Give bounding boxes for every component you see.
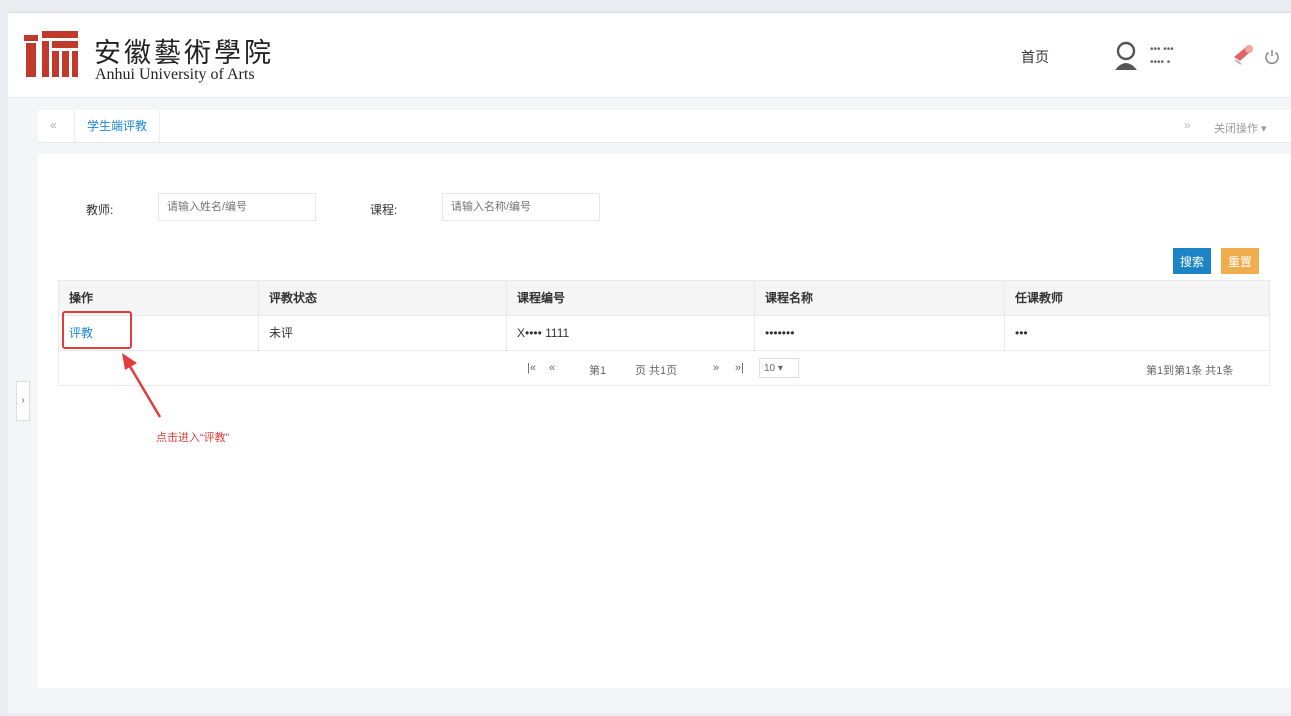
logo-english-name: Anhui University of Arts <box>95 66 255 83</box>
status-cell: 未评 <box>259 316 507 350</box>
nav-home-link[interactable]: 首页 <box>1021 47 1049 67</box>
message-icon[interactable] <box>1232 43 1254 67</box>
prev-page-button[interactable]: « <box>549 362 555 374</box>
last-page-button[interactable]: »| <box>735 362 744 374</box>
user-avatar-icon[interactable] <box>1113 41 1139 71</box>
user-info[interactable]: ••• ••• •••• • <box>1150 43 1174 69</box>
tab-scroll-right-button[interactable]: » <box>1184 118 1191 132</box>
tab-scroll-left-button[interactable]: « <box>50 118 57 132</box>
annotation-highlight-box <box>62 311 132 349</box>
university-logo-icon <box>24 31 78 77</box>
table-row: 评教 未评 X•••• 1111 ••••••• ••• <box>59 316 1269 351</box>
teacher-search-input[interactable] <box>158 193 316 221</box>
top-header: 安徽藝術學院 Anhui University of Arts 首页 ••• •… <box>8 13 1291 98</box>
user-role: •••• • <box>1150 57 1171 68</box>
close-tabs-dropdown[interactable]: 关闭操作 ▾ <box>1214 120 1267 136</box>
next-page-button[interactable]: » <box>713 362 719 374</box>
teacher-filter-label: 教师: <box>86 203 114 217</box>
course-code-cell: X•••• 1111 <box>507 316 755 350</box>
content-panel: 教师: 课程: 搜索 重置 操作 评教状态 课程编号 课程名称 任课教师 评教 … <box>38 154 1291 688</box>
app-window: 安徽藝術學院 Anhui University of Arts 首页 ••• •… <box>8 12 1291 713</box>
annotation-text: 点击进入“评教” <box>156 432 230 444</box>
column-header-status: 评教状态 <box>259 281 507 315</box>
column-header-teacher: 任课教师 <box>1015 291 1064 305</box>
pagination-bar: |« « 第1 页 共1页 » »| 10 ▾ 第1到第1条 共1条 <box>59 351 1269 385</box>
page-number-prefix[interactable]: 第1 <box>589 362 606 378</box>
course-search-input[interactable] <box>442 193 600 221</box>
sidebar-expand-toggle[interactable]: › <box>16 381 30 421</box>
search-button[interactable]: 搜索 <box>1173 248 1211 274</box>
table-header: 操作 评教状态 课程编号 课程名称 任课教师 <box>59 281 1269 316</box>
column-header-course-name: 课程名称 <box>755 281 1005 315</box>
column-header-action: 操作 <box>59 281 259 315</box>
power-icon[interactable] <box>1264 49 1280 65</box>
course-name-cell: ••••••• <box>755 316 1005 350</box>
annotation-arrow-icon <box>122 353 162 418</box>
tab-student-evaluation[interactable]: 学生端评教 <box>74 110 161 142</box>
page-total-text: 页 共1页 <box>635 365 678 377</box>
teacher-cell: ••• <box>1015 326 1028 340</box>
logo-chinese-name: 安徽藝術學院 <box>94 38 274 69</box>
pagination-summary: 第1到第1条 共1条 <box>1146 365 1234 377</box>
course-filter-label: 课程: <box>370 203 398 217</box>
column-header-course-code: 课程编号 <box>507 281 755 315</box>
user-name: ••• ••• <box>1150 44 1174 55</box>
first-page-button[interactable]: |« <box>527 362 536 374</box>
tab-bar: « 学生端评教 » 关闭操作 ▾ <box>38 110 1291 143</box>
page-size-select[interactable]: 10 ▾ <box>759 358 799 378</box>
evaluation-table: 操作 评教状态 课程编号 课程名称 任课教师 评教 未评 X•••• 1111 … <box>58 280 1270 386</box>
reset-button[interactable]: 重置 <box>1221 248 1259 274</box>
